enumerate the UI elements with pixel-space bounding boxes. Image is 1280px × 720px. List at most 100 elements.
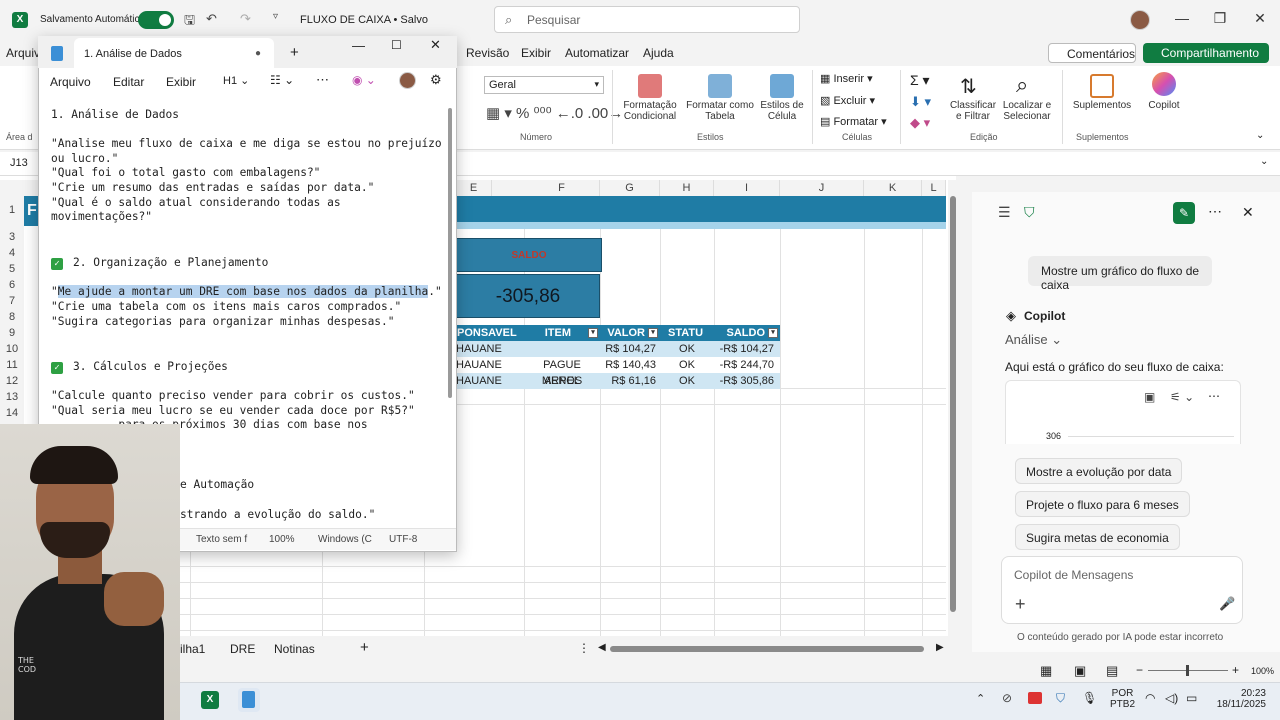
copilot-icon[interactable] bbox=[1152, 72, 1176, 96]
notepad-line[interactable]: "Crie uma tabela com os itens mais caros… bbox=[51, 300, 401, 315]
row-header[interactable]: 1 bbox=[0, 204, 24, 216]
suggestion-chip[interactable]: Projete o fluxo para 6 meses bbox=[1015, 491, 1190, 517]
row-header[interactable]: 8 bbox=[0, 311, 24, 323]
copilot-shield-icon[interactable]: ⛉ bbox=[1024, 204, 1035, 221]
row-header[interactable]: 7 bbox=[0, 295, 24, 307]
notepad-line[interactable]: 1. Análise de Dados bbox=[51, 108, 179, 123]
notepad-copilot-icon[interactable]: ◉ ⌄ bbox=[352, 73, 376, 87]
column-header[interactable]: J bbox=[780, 180, 864, 196]
workbook-title[interactable]: FLUXO DE CAIXA • Salvo bbox=[300, 14, 428, 26]
notepad-account-avatar[interactable] bbox=[399, 72, 416, 89]
filter-dropdown-icon[interactable]: ▾ bbox=[768, 328, 778, 339]
addins-icon[interactable] bbox=[1090, 74, 1114, 98]
notepad-menu-editar[interactable]: Editar bbox=[113, 75, 144, 89]
number-format-icons[interactable]: ▦ ▾ % ⁰⁰⁰ ←.0 .00→ bbox=[486, 104, 623, 122]
table-header-status[interactable]: STATU▾ bbox=[660, 325, 714, 355]
taskbar-notepad-icon[interactable] bbox=[242, 691, 255, 708]
notepad-line[interactable]: "Qual seria meu lucro se eu vender cada … bbox=[51, 404, 415, 419]
addins-button[interactable]: Suplementos bbox=[1068, 100, 1136, 111]
normal-view-icon[interactable]: ▦ bbox=[1040, 663, 1052, 679]
saldo-value-box[interactable]: -305,86 bbox=[456, 274, 600, 318]
row-header[interactable]: 6 bbox=[0, 279, 24, 291]
autosave-toggle[interactable] bbox=[138, 11, 174, 29]
row-header[interactable]: 9 bbox=[0, 327, 24, 339]
notepad-close-icon[interactable]: ✕ bbox=[430, 37, 441, 53]
filter-dropdown-icon[interactable]: ▾ bbox=[588, 328, 598, 339]
new-chat-icon[interactable]: ✎ bbox=[1173, 202, 1195, 224]
find-select-button[interactable]: Localizar e Selecionar bbox=[996, 100, 1058, 122]
search-input[interactable]: ⌕ Pesquisar bbox=[494, 6, 800, 33]
column-header[interactable]: F bbox=[524, 180, 600, 196]
wifi-icon[interactable]: ◠ bbox=[1145, 691, 1155, 705]
suggestion-chip[interactable]: Sugira metas de economia bbox=[1015, 524, 1180, 550]
sort-filter-icon[interactable]: ⇅ bbox=[960, 74, 977, 99]
filter-dropdown-icon[interactable]: ▾ bbox=[648, 328, 658, 339]
collapse-ribbon-icon[interactable]: ⌄ bbox=[1256, 130, 1264, 141]
heading-dropdown[interactable]: H1 ⌄ bbox=[223, 74, 249, 87]
horizontal-scroll-thumb[interactable] bbox=[610, 646, 924, 652]
notepad-line-selected[interactable]: "Me ajude a montar um DRE com base nos d… bbox=[51, 285, 442, 300]
notepad-line[interactable]: e Automação bbox=[180, 478, 254, 493]
table-cell[interactable]: R$ 140,43 bbox=[600, 357, 660, 373]
table-cell[interactable]: R$ 61,16 bbox=[600, 373, 660, 389]
close-icon[interactable]: ✕ bbox=[1250, 10, 1270, 27]
list-format-icon[interactable]: ☷ ⌄ bbox=[270, 73, 294, 87]
tray-app-icon[interactable] bbox=[1028, 692, 1042, 704]
format-table-icon[interactable] bbox=[708, 74, 732, 98]
sheet-tab-notinas[interactable]: Notinas bbox=[274, 642, 315, 656]
notepad-heading-line[interactable]: ✓ 2. Organização e Planejamento bbox=[51, 256, 268, 271]
insert-button[interactable]: ▦ Inserir ▾ bbox=[820, 72, 873, 85]
image-icon[interactable]: ▣ bbox=[1144, 390, 1155, 404]
notepad-maximize-icon[interactable]: ☐ bbox=[391, 38, 402, 52]
expand-formula-icon[interactable]: ⌄ bbox=[1260, 156, 1268, 167]
save-icon[interactable]: 🖫 bbox=[184, 11, 195, 33]
zoom-in-icon[interactable]: + bbox=[1232, 663, 1239, 677]
notepad-line[interactable]: ou lucro." bbox=[51, 152, 118, 167]
zoom-out-icon[interactable]: − bbox=[1136, 663, 1143, 677]
table-cell[interactable]: HAUANE bbox=[456, 357, 524, 373]
copilot-chart-card[interactable] bbox=[1005, 380, 1241, 444]
redo-icon[interactable]: ↷ bbox=[240, 11, 251, 27]
attach-icon[interactable]: + bbox=[1015, 594, 1026, 615]
notepad-settings-icon[interactable]: ⚙ bbox=[430, 72, 442, 88]
autosum-icon[interactable]: Σ ▾ bbox=[910, 72, 930, 89]
add-sheet-icon[interactable]: + bbox=[360, 639, 369, 656]
table-cell[interactable]: HAUANE bbox=[456, 373, 524, 389]
tray-chevron-icon[interactable]: ⌃ bbox=[976, 692, 985, 705]
column-header[interactable]: K bbox=[864, 180, 922, 196]
notepad-menu-exibir[interactable]: Exibir bbox=[166, 75, 196, 89]
tray-security-icon[interactable]: ⛉ bbox=[1056, 691, 1065, 706]
column-header[interactable]: G bbox=[600, 180, 660, 196]
text-selection[interactable]: Me ajude a montar um DRE com base nos da… bbox=[57, 285, 429, 298]
column-header[interactable]: I bbox=[714, 180, 780, 196]
chart-settings-icon[interactable]: ⚟ ⌄ bbox=[1170, 390, 1194, 404]
copilot-button[interactable]: Copilot bbox=[1140, 100, 1188, 111]
conditional-format-icon[interactable] bbox=[638, 74, 662, 98]
copilot-more-icon[interactable]: ⋯ bbox=[1208, 203, 1222, 220]
cell-styles-button[interactable]: Estilos de Célula bbox=[756, 100, 808, 122]
row-header[interactable]: 4 bbox=[0, 247, 24, 259]
share-button[interactable]: Compartilhamento bbox=[1143, 43, 1269, 63]
tray-mic-icon[interactable]: 🎙 bbox=[1082, 691, 1097, 705]
notepad-line[interactable]: movimentações?" bbox=[51, 210, 152, 225]
volume-icon[interactable]: ◁) bbox=[1165, 691, 1178, 705]
table-header-item[interactable]: ITEM ▾ bbox=[524, 325, 600, 341]
format-button[interactable]: ▤ Formatar ▾ bbox=[820, 115, 887, 128]
row-header[interactable]: 12 bbox=[0, 375, 24, 387]
taskbar-excel-icon[interactable]: X bbox=[201, 691, 219, 709]
customize-toolbar-icon[interactable]: ▿ bbox=[273, 11, 278, 22]
table-cell[interactable]: OK bbox=[660, 357, 714, 373]
delete-button[interactable]: ▧ Excluir ▾ bbox=[820, 94, 875, 107]
table-cell[interactable]: PAGUE MENOS bbox=[524, 357, 600, 387]
table-header-responsavel[interactable]: PONSAVEL▾ bbox=[456, 325, 524, 355]
tray-meet-icon[interactable]: ⊘ bbox=[1002, 691, 1012, 705]
sort-filter-button[interactable]: Classificar e Filtrar bbox=[948, 100, 998, 122]
zoom-slider-thumb[interactable] bbox=[1186, 665, 1189, 676]
row-header[interactable]: 13 bbox=[0, 391, 24, 403]
page-break-icon[interactable]: ▤ bbox=[1106, 663, 1118, 679]
sheet-tab-dre[interactable]: DRE bbox=[230, 642, 255, 656]
comments-button[interactable]: Comentários bbox=[1048, 43, 1136, 63]
account-avatar[interactable] bbox=[1130, 10, 1150, 30]
table-header-saldo[interactable]: SALDO ▾ bbox=[714, 325, 780, 341]
copilot-mode-dropdown[interactable]: Análise ⌄ bbox=[1005, 332, 1062, 348]
